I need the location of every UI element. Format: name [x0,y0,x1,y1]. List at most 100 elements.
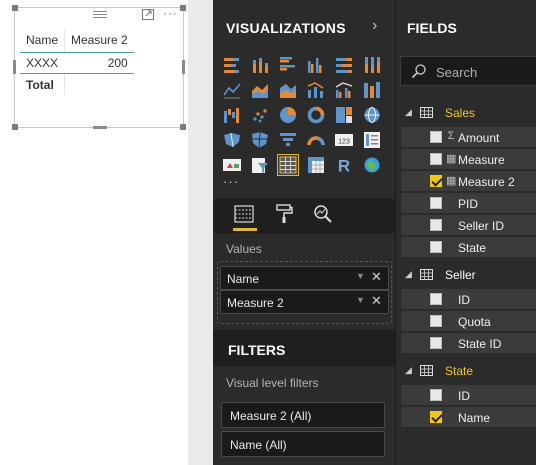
search-icon [411,64,426,79]
field-item[interactable]: State ID [401,333,536,353]
field-item[interactable]: Name [401,407,536,427]
field-item[interactable]: ▦ Measure 2 [401,171,536,191]
field-label: ID [458,389,470,403]
more-visuals-icon[interactable]: ··· [223,174,239,189]
calculator-icon: ▦ [446,175,457,187]
format-tab[interactable] [273,203,297,229]
column-header-name[interactable]: Name [20,30,65,53]
field-checkbox[interactable] [430,219,442,231]
stacked-bar-icon[interactable] [222,55,242,75]
waterfall-icon[interactable] [222,105,242,125]
resize-handle-bottom[interactable] [93,126,107,129]
field-checkbox[interactable] [430,315,442,327]
chevron-down-icon[interactable]: ▼ [356,295,365,305]
multi-row-card-icon[interactable] [362,130,382,150]
stacked-area-icon[interactable] [278,80,298,100]
field-item[interactable]: ID [401,385,536,405]
line-clustered-column-icon[interactable] [334,80,354,100]
filter-name[interactable]: Name (All) [221,431,385,457]
field-item[interactable]: ID [401,289,536,309]
field-checkbox[interactable] [430,153,442,165]
resize-handle-bl[interactable] [12,124,18,130]
resize-handle-tr[interactable] [180,5,186,11]
field-item[interactable]: Σ Amount [401,127,536,147]
field-checkbox[interactable] [430,411,442,423]
analytics-tab[interactable] [312,203,336,229]
value-well-measure2[interactable]: Measure 2 ▼ ✕ [220,290,389,314]
shape-map-icon[interactable] [250,130,270,150]
table-node-state[interactable]: ◢ State [396,360,536,382]
resize-handle-tl[interactable] [12,5,18,11]
funnel-icon[interactable] [278,130,298,150]
line-chart-icon[interactable] [222,80,242,100]
donut-icon[interactable] [306,105,326,125]
field-checkbox[interactable] [430,389,442,401]
kpi-icon[interactable] [222,155,242,175]
field-item[interactable]: Seller ID [401,215,536,235]
value-well-name[interactable]: Name ▼ ✕ [220,266,389,290]
field-label: Measure 2 [458,175,515,189]
area-chart-icon[interactable] [250,80,270,100]
arcgis-icon[interactable] [362,155,382,175]
100-stacked-column-icon[interactable] [362,55,382,75]
remove-field-icon[interactable]: ✕ [371,269,382,285]
globe-map-icon[interactable] [362,105,382,125]
card-icon[interactable]: 123 [334,130,354,150]
field-checkbox[interactable] [430,175,442,187]
table-visual[interactable]: ··· Name Measure 2 XXXX 200 Total [12,5,186,130]
stacked-column-icon[interactable] [250,55,270,75]
field-checkbox[interactable] [430,197,442,209]
treemap-icon[interactable] [334,105,354,125]
expand-arrow-icon[interactable]: ◢ [405,107,412,118]
slicer-icon[interactable] [250,155,270,175]
visualizations-pane: VISUALIZATIONS › 123 R ··· Values Name ▼… [213,0,395,465]
table-node-sales[interactable]: ◢ Sales [396,102,536,124]
field-item[interactable]: State [401,237,536,257]
matrix-icon[interactable] [306,155,326,175]
more-options-icon[interactable]: ··· [163,6,178,20]
field-item[interactable]: PID [401,193,536,213]
field-label: Measure [458,153,505,167]
filter-measure2[interactable]: Measure 2 (All) [221,402,385,428]
table-node-seller[interactable]: ◢ Seller [396,264,536,286]
field-checkbox[interactable] [430,241,442,253]
resize-handle-right[interactable] [182,60,185,74]
clustered-column-icon[interactable] [306,55,326,75]
field-label: Seller ID [458,219,505,233]
field-checkbox[interactable] [430,293,442,305]
drag-grip-icon[interactable] [93,11,107,19]
calculator-icon: ▦ [446,153,457,165]
field-item[interactable]: Quota [401,311,536,331]
pie-icon[interactable] [278,105,298,125]
filters-title: FILTERS [228,342,286,358]
field-checkbox[interactable] [430,337,442,349]
scatter-icon[interactable] [250,105,270,125]
ribbon-chart-icon[interactable] [362,80,382,100]
field-item[interactable]: ▦ Measure [401,149,536,169]
table-icon[interactable] [277,154,299,176]
remove-field-icon[interactable]: ✕ [371,293,382,309]
100-stacked-bar-icon[interactable] [334,55,354,75]
search-input[interactable]: Search [400,56,536,86]
resize-handle-left[interactable] [13,60,16,74]
field-checkbox[interactable] [430,131,442,143]
collapse-chevron-icon[interactable]: › [372,17,377,35]
clustered-bar-icon[interactable] [278,55,298,75]
field-label: State ID [458,337,502,351]
focus-mode-icon[interactable] [142,9,154,20]
fields-well-icon [234,205,254,223]
filled-map-icon[interactable] [222,130,242,150]
resize-handle-br[interactable] [180,124,186,130]
line-column-icon[interactable] [306,80,326,100]
fields-tab[interactable] [233,203,257,231]
cell-name: XXXX [20,52,65,74]
r-visual-icon[interactable]: R [334,155,354,176]
field-label: PID [458,197,479,211]
visual-level-filters-label: Visual level filters [226,376,319,390]
chevron-down-icon[interactable]: ▼ [356,271,365,281]
expand-arrow-icon[interactable]: ◢ [405,269,412,280]
column-header-measure2[interactable]: Measure 2 [64,30,134,53]
gauge-icon[interactable] [306,130,326,150]
expand-arrow-icon[interactable]: ◢ [405,365,412,376]
table-row: XXXX 200 [20,52,134,74]
